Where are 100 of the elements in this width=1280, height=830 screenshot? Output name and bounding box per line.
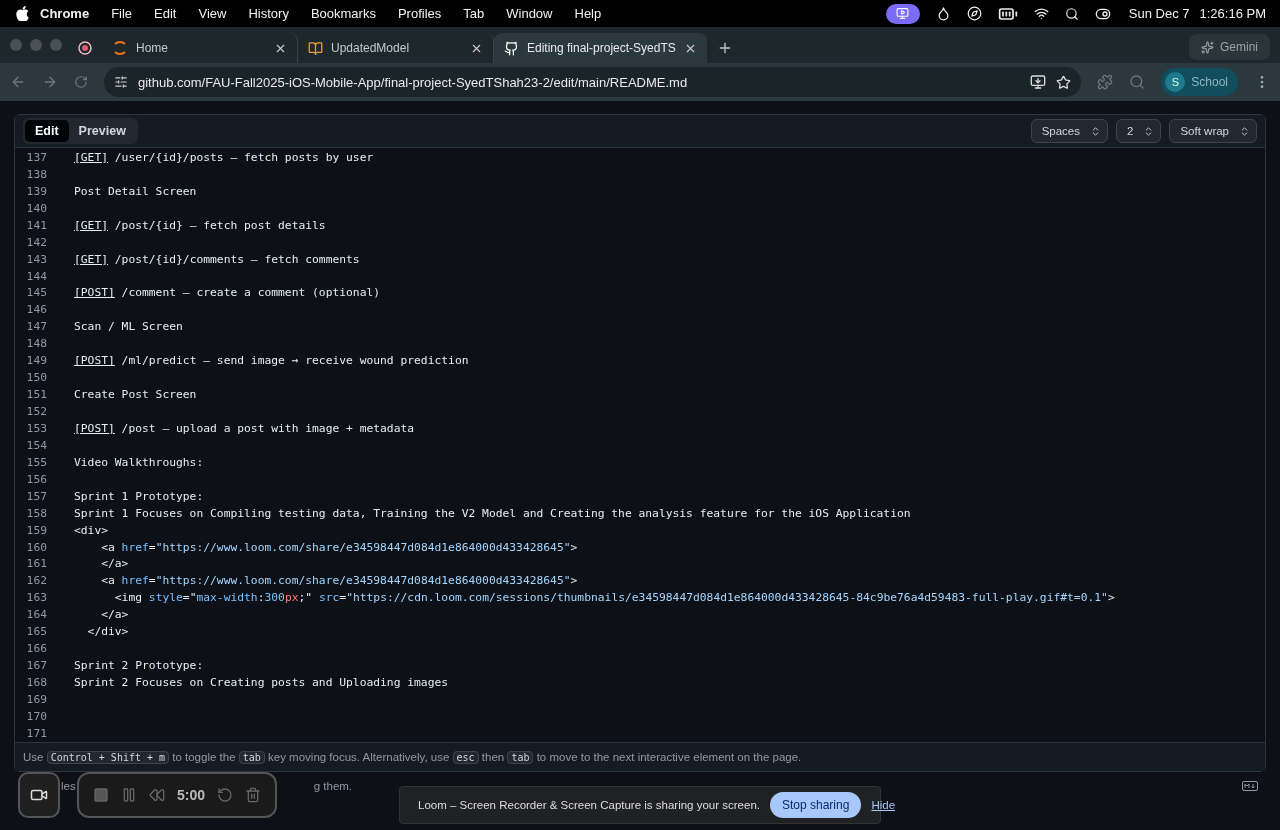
code-line: Sprint 1 Focuses on Compiling testing data, Training the V2 Model and Creating the analysis feature for the iOS Application — [74, 506, 911, 520]
tab-title: Editing final-project-SyedTS — [527, 41, 676, 55]
line-number: 168 — [25, 676, 47, 690]
line-number: 148 — [25, 337, 47, 351]
rewind-icon[interactable] — [149, 787, 165, 803]
line-number: 162 — [25, 574, 47, 588]
code-line: <img style="max-width:300px;" src="https://cdn.loom.com/sessions/thumbnails/e34598447d084d1e864000d433428645-84c9be76a4d59483-full-play.gif#t=0.1"> — [113, 591, 1115, 605]
line-number: 149 — [25, 354, 47, 368]
apple-logo-icon[interactable] — [16, 6, 29, 21]
line-number: 165 — [25, 625, 47, 639]
droplet-icon[interactable] — [935, 6, 951, 21]
mode-tab[interactable]: Preview — [68, 120, 136, 142]
stop-sharing-button[interactable]: Stop sharing — [770, 792, 862, 818]
wifi-icon[interactable] — [1033, 6, 1049, 21]
line-number: 140 — [25, 201, 47, 215]
line-number: 147 — [25, 320, 47, 334]
hide-link[interactable]: Hide — [871, 799, 896, 811]
menu-item[interactable]: File — [100, 6, 144, 21]
code-line: Create Post Screen — [74, 388, 197, 402]
code-line: [GET] /post/{id} – fetch post details — [74, 218, 326, 232]
search-panel-icon[interactable] — [1129, 74, 1146, 90]
sparkle-icon — [1201, 40, 1214, 54]
up-down-chevron-icon — [1239, 125, 1250, 137]
menu-item[interactable]: Profiles — [386, 6, 453, 21]
line-number: 138 — [25, 167, 47, 181]
editor-select[interactable]: Soft wrap — [1169, 119, 1257, 143]
bookmark-star-icon[interactable] — [1056, 74, 1072, 90]
menu-app-name[interactable]: Chrome — [29, 6, 101, 21]
line-number: 155 — [25, 455, 47, 469]
line-number: 146 — [25, 303, 47, 317]
code-line: <div> — [74, 523, 108, 537]
code-line: </a> — [100, 608, 129, 622]
line-number: 137 — [25, 150, 47, 164]
code-line: Post Detail Screen — [74, 184, 197, 198]
pause-icon[interactable] — [121, 787, 137, 803]
code-line: <a href="https://www.loom.com/share/e34598447d084d1e864000d433428645"> — [100, 540, 578, 554]
mode-tab[interactable]: Edit — [25, 120, 69, 142]
camera-button[interactable] — [18, 772, 60, 818]
menu-item[interactable]: Bookmarks — [299, 6, 387, 21]
line-number: 153 — [25, 421, 47, 435]
code-line: [POST] /post – upload a post with image + metadata — [74, 421, 415, 435]
back-icon[interactable] — [10, 74, 26, 90]
line-number: 150 — [25, 371, 47, 385]
menu-item[interactable]: Help — [563, 6, 613, 21]
menu-bar-time[interactable]: 1:26:16 PM — [1199, 6, 1266, 21]
sharing-message: Loom – Screen Recorder & Screen Capture is sharing your screen. — [418, 799, 760, 811]
screen-share-status-icon[interactable] — [885, 3, 920, 24]
up-down-chevron-icon — [1090, 125, 1101, 137]
stop-icon[interactable] — [93, 787, 109, 803]
line-number: 157 — [25, 489, 47, 503]
line-number: 142 — [25, 235, 47, 249]
code-line: Video Walkthroughs: — [74, 455, 204, 469]
line-number: 161 — [25, 557, 47, 571]
tab-title: Home — [136, 41, 169, 55]
install-app-icon[interactable] — [1030, 74, 1047, 90]
profile-button[interactable]: S School — [1161, 68, 1238, 96]
address-bar[interactable]: github.com/FAU-Fall2025-iOS-Mobile-App/final-project-SyedTShah23-2/edit/main/README.md — [104, 67, 1082, 97]
line-number: 154 — [25, 438, 47, 452]
line-number: 164 — [25, 608, 47, 622]
forward-icon[interactable] — [42, 74, 58, 90]
line-number: 171 — [25, 726, 47, 740]
line-number: 159 — [25, 523, 47, 537]
code-line: [POST] /comment – create a comment (optional) — [74, 286, 381, 300]
line-number: 166 — [25, 642, 47, 656]
menu-item[interactable]: Edit — [143, 6, 188, 21]
menu-item[interactable]: Window — [495, 6, 564, 21]
menu-bar-date[interactable]: Sun Dec 7 — [1128, 6, 1190, 21]
line-number: 143 — [25, 252, 47, 266]
tab-title: UpdatedModel — [331, 41, 411, 55]
code-line: </a> — [100, 557, 129, 571]
gemini-button[interactable]: Gemini — [1189, 34, 1270, 60]
menu-item[interactable]: Tab — [452, 6, 496, 21]
code-line: Sprint 1 Prototype: — [74, 489, 204, 503]
code-line: [GET] /user/{id}/posts – fetch posts by user — [74, 150, 374, 164]
book-icon — [308, 40, 323, 56]
profile-avatar: S — [1165, 72, 1186, 92]
line-number: 169 — [25, 692, 47, 706]
line-number: 167 — [25, 659, 47, 673]
line-number: 144 — [25, 269, 47, 283]
recording-timer: 5:00 — [177, 787, 206, 803]
line-number: 151 — [25, 388, 47, 402]
site-info-icon[interactable] — [114, 75, 128, 89]
menu-item[interactable]: View — [187, 6, 238, 21]
line-number: 141 — [25, 218, 47, 232]
trash-icon[interactable] — [245, 787, 262, 803]
code-line: Sprint 2 Prototype: — [74, 659, 204, 673]
editor-select[interactable]: Spaces — [1030, 119, 1108, 143]
recording-dot-icon — [78, 41, 92, 55]
menu-item[interactable]: History — [237, 6, 300, 21]
line-number: 163 — [25, 591, 47, 605]
editor-select[interactable]: 2 — [1116, 119, 1162, 143]
code-line: <a href="https://www.loom.com/share/e34598447d084d1e864000d433428645"> — [100, 574, 578, 588]
extensions-icon[interactable] — [1097, 74, 1114, 90]
ring-logo-icon — [112, 40, 128, 56]
compass-icon[interactable] — [966, 6, 982, 21]
restart-icon[interactable] — [217, 787, 234, 803]
line-number: 156 — [25, 472, 47, 486]
browser-tab[interactable]: Editing final-project-SyedTS — [494, 33, 707, 63]
search-icon[interactable] — [1064, 6, 1079, 21]
reload-icon[interactable] — [74, 75, 88, 89]
